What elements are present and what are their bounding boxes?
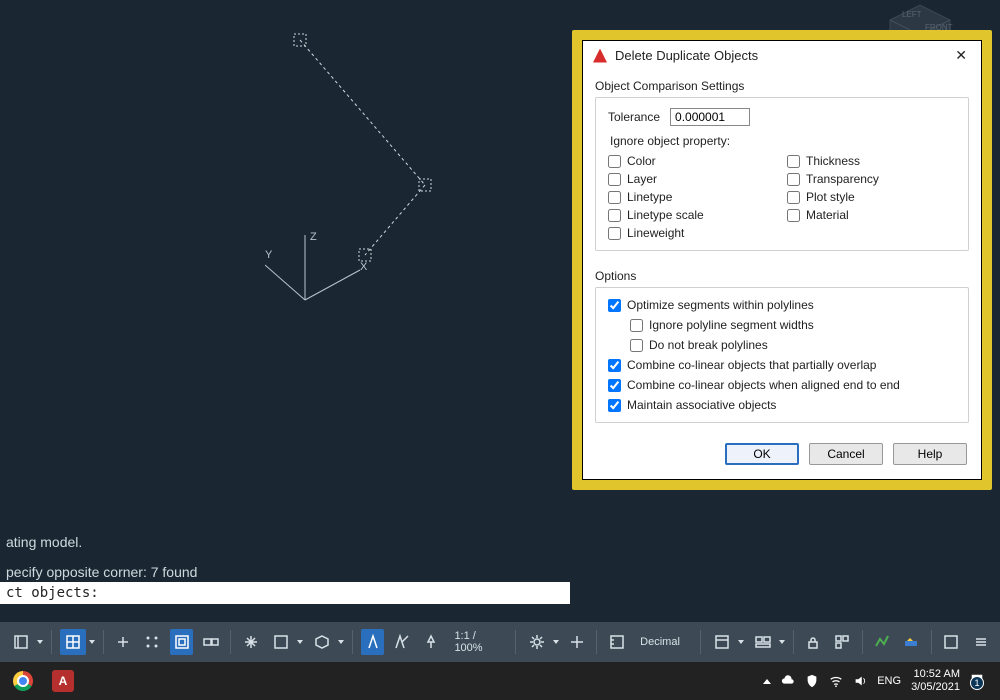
command-line[interactable]: ct objects:: [0, 582, 570, 604]
quick-properties-icon[interactable]: [709, 629, 735, 655]
ucs-icon: X Y Z: [265, 230, 385, 330]
model-space-toggle[interactable]: [8, 629, 34, 655]
dialog-close-button[interactable]: ✕: [951, 47, 971, 64]
workspace-icon[interactable]: [750, 629, 776, 655]
status-bar: 1:1 / 100% Decimal: [0, 622, 1000, 662]
dialog-title: Delete Duplicate Objects: [615, 48, 951, 63]
check-plotstyle[interactable]: Plot style: [787, 190, 956, 204]
onedrive-icon[interactable]: [781, 674, 795, 688]
check-transparency[interactable]: Transparency: [787, 172, 956, 186]
snap-toggle[interactable]: [141, 629, 164, 655]
customization-menu-icon[interactable]: [969, 629, 992, 655]
check-no-break[interactable]: Do not break polylines: [630, 338, 956, 352]
notifications-icon[interactable]: 1: [970, 673, 984, 690]
graphics-performance-icon[interactable]: [871, 629, 894, 655]
gear-icon[interactable]: [524, 629, 550, 655]
isoplane-toggle[interactable]: [390, 629, 413, 655]
zoom-readout[interactable]: 1:1 / 100%: [448, 630, 507, 654]
units-icon[interactable]: [605, 629, 628, 655]
help-button[interactable]: Help: [893, 443, 967, 465]
isolate-objects-icon[interactable]: [831, 629, 854, 655]
section-object-comparison: Object Comparison Settings: [583, 71, 981, 97]
tolerance-label: Tolerance: [608, 110, 660, 124]
pan-button[interactable]: [239, 629, 262, 655]
dynamic-input-toggle[interactable]: [199, 629, 222, 655]
check-linetype[interactable]: Linetype: [608, 190, 777, 204]
svg-text:X: X: [360, 261, 368, 273]
check-layer[interactable]: Layer: [608, 172, 777, 186]
svg-text:LEFT: LEFT: [902, 10, 922, 19]
check-end-to-end[interactable]: Combine co-linear objects when aligned e…: [608, 378, 956, 392]
lock-ui-icon[interactable]: [802, 629, 825, 655]
dialog-highlight-frame: Delete Duplicate Objects ✕ Object Compar…: [572, 30, 992, 490]
osnap-menu[interactable]: [268, 629, 294, 655]
plus-icon[interactable]: [565, 629, 588, 655]
check-material[interactable]: Material: [787, 208, 956, 222]
check-color[interactable]: Color: [608, 154, 777, 168]
taskbar-app-chrome[interactable]: [6, 666, 40, 696]
autocad-logo-icon: [593, 49, 607, 63]
command-history: ating model. pecify opposite corner: 7 f…: [0, 532, 340, 582]
svg-text:Y: Y: [265, 249, 273, 261]
windows-taskbar: A ENG 10:52 AM 3/05/2021 1: [0, 662, 1000, 700]
delete-duplicates-dialog: Delete Duplicate Objects ✕ Object Compar…: [582, 40, 982, 480]
taskbar-clock[interactable]: 10:52 AM 3/05/2021: [911, 668, 960, 694]
ignore-property-label: Ignore object property:: [610, 134, 956, 148]
language-indicator[interactable]: ENG: [877, 675, 901, 687]
check-lineweight[interactable]: Lineweight: [608, 226, 777, 240]
units-readout[interactable]: Decimal: [634, 636, 686, 648]
grid-toggle[interactable]: [60, 629, 86, 655]
polar-toggle[interactable]: [170, 629, 193, 655]
ok-button[interactable]: OK: [725, 443, 799, 465]
check-ltscale[interactable]: Linetype scale: [608, 208, 777, 222]
tolerance-input[interactable]: [670, 108, 750, 126]
check-overlap[interactable]: Combine co-linear objects that partially…: [608, 358, 956, 372]
taskbar-app-autocad[interactable]: A: [46, 666, 80, 696]
3d-osnap-menu[interactable]: [309, 629, 335, 655]
ortho-toggle[interactable]: [112, 629, 135, 655]
check-thickness[interactable]: Thickness: [787, 154, 956, 168]
tray-overflow-icon[interactable]: [763, 679, 771, 684]
isodraft-toggle[interactable]: [361, 629, 384, 655]
check-optimize[interactable]: Optimize segments within polylines: [608, 298, 956, 312]
annotation-scale-icon[interactable]: [419, 629, 442, 655]
svg-text:Z: Z: [310, 231, 317, 243]
section-options: Options: [583, 261, 981, 287]
security-icon[interactable]: [805, 674, 819, 688]
cancel-button[interactable]: Cancel: [809, 443, 883, 465]
check-associative[interactable]: Maintain associative objects: [608, 398, 956, 412]
wifi-icon[interactable]: [829, 674, 843, 688]
volume-icon[interactable]: [853, 674, 867, 688]
check-ignore-widths[interactable]: Ignore polyline segment widths: [630, 318, 956, 332]
hardware-accel-icon[interactable]: [900, 629, 923, 655]
clean-screen-icon[interactable]: [940, 629, 963, 655]
